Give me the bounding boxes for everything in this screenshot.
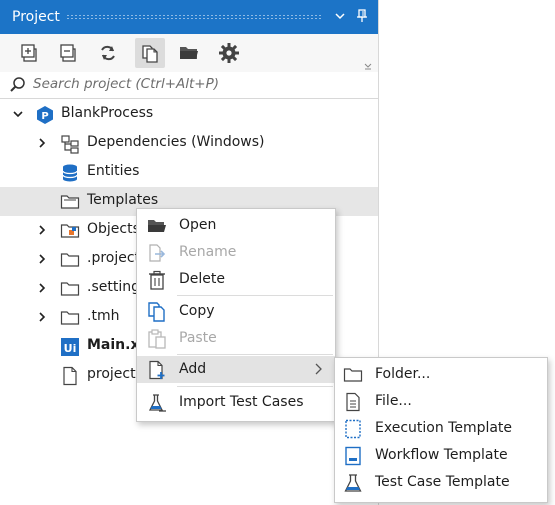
toolbar-overflow-icon[interactable] [364,58,372,70]
panel-titlebar: Project [0,0,378,34]
rename-icon [147,243,167,263]
submenu-item-label: Test Case Template [375,474,510,490]
open-folder-icon [147,216,167,236]
tree-item-label: .tmh [87,308,120,324]
flask-icon [343,473,363,493]
submenu-item-test-case-template[interactable]: Test Case Template [335,469,547,496]
add-file-icon [147,360,167,380]
menu-item-paste[interactable]: Paste [137,325,335,352]
panel-toolbar [0,34,378,72]
menu-separator [177,295,333,296]
menu-item-label: Delete [179,271,225,287]
context-menu: Open Rename Delete Copy Paste Add Import… [136,208,336,422]
chevron-right-icon[interactable] [35,136,49,150]
gear-icon[interactable] [214,38,244,68]
submenu-item-label: Workflow Template [375,447,508,463]
show-all-files-icon[interactable] [135,38,165,68]
submenu-item-workflow-template[interactable]: Workflow Template [335,442,547,469]
open-folder-icon[interactable] [174,38,204,68]
chevron-right-icon [313,363,323,379]
menu-item-label: Import Test Cases [179,394,304,410]
chevron-down-icon[interactable] [11,107,25,121]
menu-item-label: Copy [179,303,215,319]
import-test-cases-icon [147,393,167,413]
tree-item-label: .setting [87,279,140,295]
submenu-item-label: File... [375,393,412,409]
menu-item-add[interactable]: Add [137,356,335,383]
search-input[interactable]: Search project (Ctrl+Alt+P) [33,76,219,92]
search-box[interactable]: Search project (Ctrl+Alt+P) [0,72,378,99]
folder-icon [60,250,80,270]
svg-text:P: P [41,111,48,122]
panel-title: Project [12,9,60,25]
add-submenu: Folder... File... Execution Template Wor… [334,357,548,503]
folder-icon [343,365,363,385]
menu-separator [177,386,333,387]
menu-item-import-test-cases[interactable]: Import Test Cases [137,389,335,416]
menu-item-label: Rename [179,244,237,260]
objects-icon [60,221,80,241]
menu-item-copy[interactable]: Copy [137,298,335,325]
submenu-item-execution-template[interactable]: Execution Template [335,415,547,442]
database-icon [60,163,80,183]
tree-item-root[interactable]: P BlankProcess [0,100,378,129]
paste-icon [147,329,167,349]
tree-item-label: Objects [87,221,140,237]
tree-item-entities[interactable]: Entities [0,158,378,187]
chevron-right-icon[interactable] [35,281,49,295]
tree-item-label: Entities [87,163,140,179]
pin-icon[interactable] [354,8,370,24]
tree-item-label: Dependencies (Windows) [87,134,265,150]
chevron-right-icon[interactable] [35,310,49,324]
menu-item-label: Open [179,217,217,233]
refresh-icon[interactable] [93,38,123,68]
chevron-right-icon[interactable] [35,252,49,266]
menu-item-label: Paste [179,330,217,346]
xaml-file-icon: Ui [60,337,80,357]
folder-icon [60,279,80,299]
project-icon: P [35,105,55,125]
workflow-template-icon [343,446,363,466]
tree-item-dependencies[interactable]: Dependencies (Windows) [0,129,378,158]
tree-item-label: project. [87,366,141,382]
submenu-item-label: Execution Template [375,420,513,436]
file-icon [343,392,363,412]
chevron-right-icon[interactable] [35,223,49,237]
copy-icon [147,302,167,322]
folder-icon [60,308,80,328]
tree-item-label: Templates [87,192,159,208]
file-icon [60,366,80,386]
search-icon [9,76,27,98]
titlebar-grip[interactable] [66,14,322,20]
menu-item-delete[interactable]: Delete [137,266,335,293]
tree-item-label: BlankProcess [61,105,154,121]
expand-all-icon[interactable] [15,38,45,68]
tree-item-label: .project [87,250,141,266]
menu-item-label: Add [179,361,207,377]
menu-item-open[interactable]: Open [137,212,335,239]
menu-separator [177,354,333,355]
trash-icon [147,270,167,290]
submenu-item-label: Folder... [375,366,431,382]
execution-template-icon [343,419,363,439]
submenu-item-file[interactable]: File... [335,388,547,415]
folder-icon [60,192,80,212]
collapse-all-icon[interactable] [54,38,84,68]
chevron-down-icon[interactable] [332,8,348,24]
submenu-item-folder[interactable]: Folder... [335,361,547,388]
svg-text:Ui: Ui [64,342,77,355]
menu-item-rename[interactable]: Rename [137,239,335,266]
dependencies-icon [60,134,80,154]
